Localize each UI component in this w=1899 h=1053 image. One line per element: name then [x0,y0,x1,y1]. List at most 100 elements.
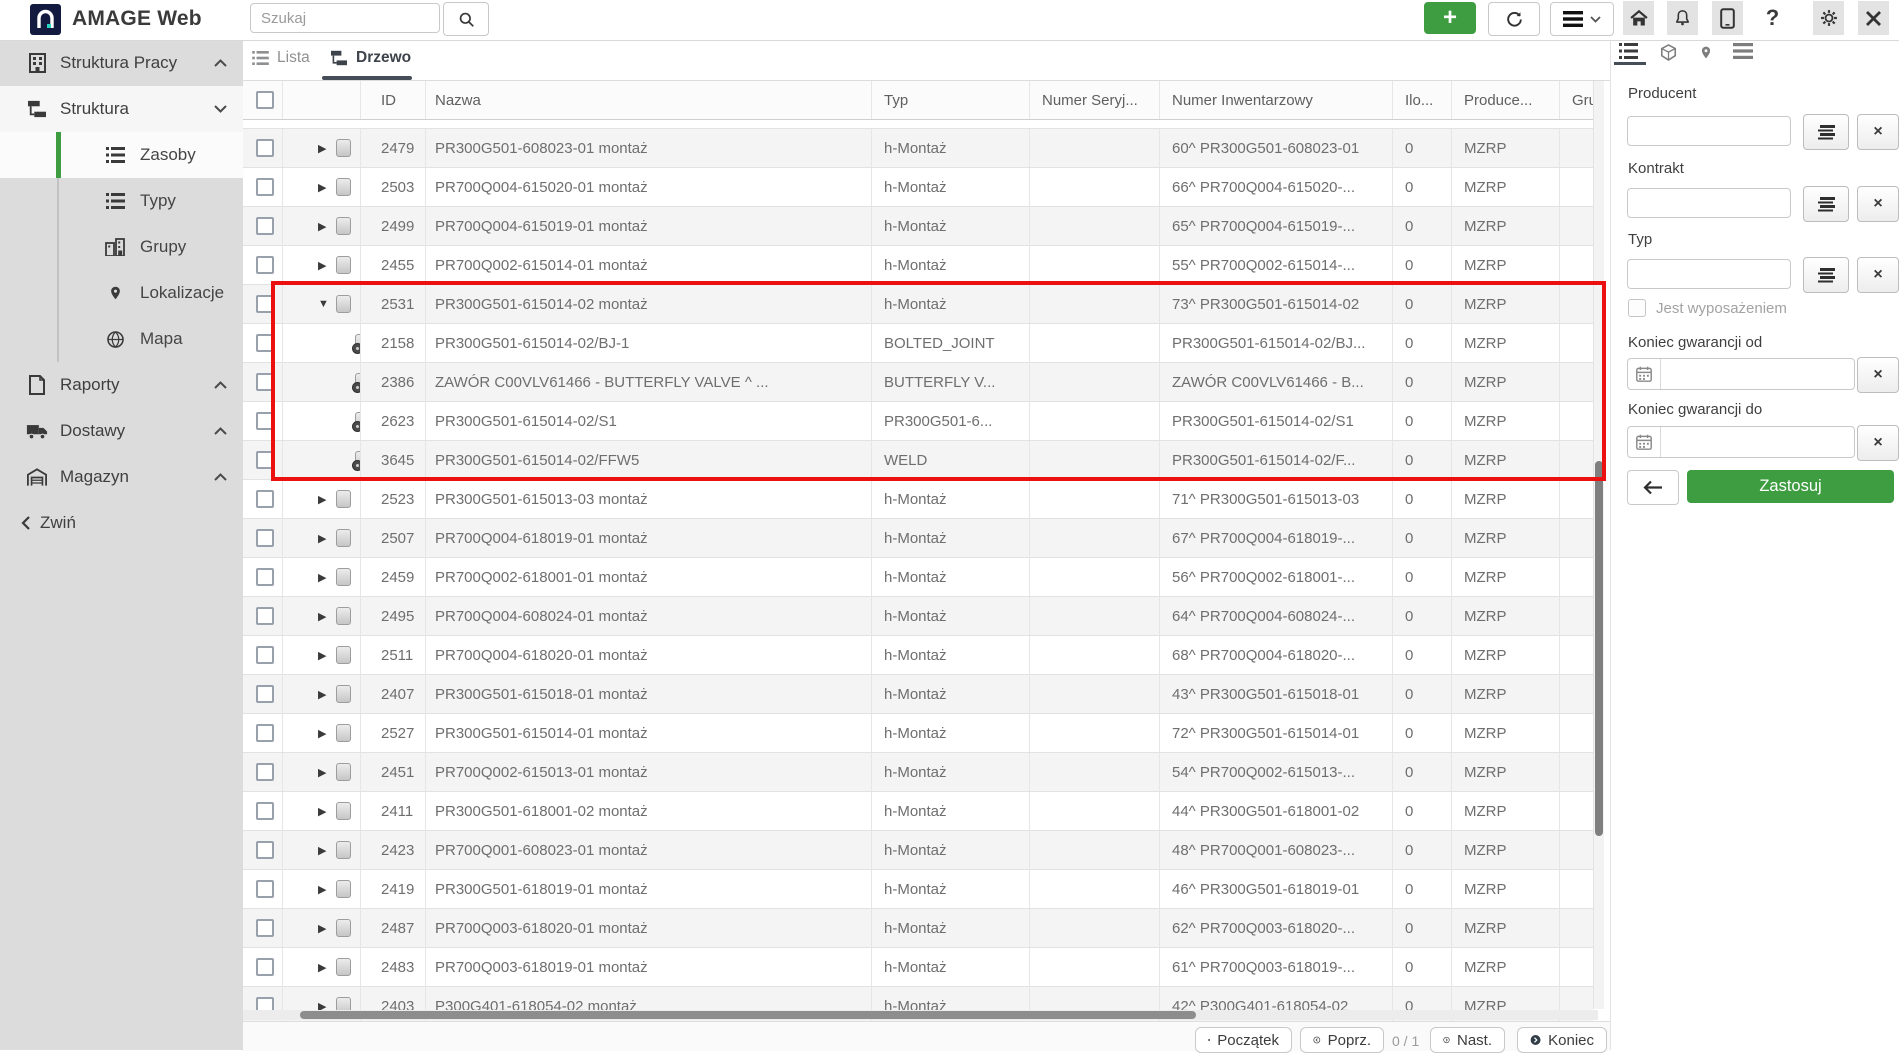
expand-caret-icon[interactable]: ▶ [318,220,330,233]
row-checkbox[interactable] [256,958,274,976]
row-checkbox[interactable] [256,568,274,586]
sidebar-item-struktura[interactable]: Struktura [0,86,243,132]
table-row[interactable]: ▶2495PR700Q004-608024-01 montażh-Montaż6… [243,597,1593,636]
sidebar-item-raporty[interactable]: Raporty [0,362,243,408]
table-row[interactable]: ▶2527PR300G501-615014-01 montażh-Montaż7… [243,714,1593,753]
pagination-first-button[interactable]: Początek [1195,1027,1292,1053]
warranty-from-clear-button[interactable]: × [1857,357,1899,393]
expand-caret-icon[interactable]: ▶ [318,766,330,779]
row-checkbox[interactable] [256,451,274,469]
horizontal-scrollbar-thumb[interactable] [300,1011,1196,1019]
pagination-prev-button[interactable]: Poprz. [1300,1027,1384,1053]
close-button[interactable] [1858,1,1889,35]
notifications-button[interactable] [1667,1,1698,35]
row-checkbox[interactable] [256,880,274,898]
tab-lista[interactable]: Lista [252,49,310,67]
row-checkbox[interactable] [256,919,274,937]
expand-caret-icon[interactable]: ▶ [318,181,330,194]
search-button[interactable] [443,2,489,36]
tab-drzewo[interactable]: Drzewo [330,49,411,67]
expand-caret-icon[interactable]: ▶ [318,844,330,857]
column-header-grupa[interactable]: Gru [1560,81,1593,119]
expand-caret-icon[interactable]: ▶ [318,532,330,545]
help-button[interactable]: ? [1757,1,1788,35]
main-menu-button[interactable] [1550,2,1614,36]
column-header-numer-inwentarzowy[interactable]: Numer Inwentarzowy [1160,81,1393,119]
table-row[interactable]: 2158PR300G501-615014-02/BJ-1BOLTED_JOINT… [243,324,1593,363]
filters-back-button[interactable] [1627,470,1679,505]
sidebar-collapse-button[interactable]: Zwiń [0,500,243,546]
row-checkbox[interactable] [256,685,274,703]
row-checkbox[interactable] [256,139,274,157]
row-checkbox[interactable] [256,646,274,664]
table-row[interactable]: ▶2503PR700Q004-615020-01 montażh-Montaż6… [243,168,1593,207]
panel-tab-table[interactable] [1733,43,1753,59]
row-checkbox[interactable] [256,295,274,313]
sidebar-item-grupy[interactable]: Grupy [0,224,243,270]
table-row[interactable]: ▶2499PR700Q004-615019-01 montażh-Montaż6… [243,207,1593,246]
column-header-typ[interactable]: Typ [872,81,1030,119]
kontrakt-input[interactable] [1627,188,1791,218]
table-row[interactable]: ▶2483PR700Q003-618019-01 montażh-Montaż6… [243,948,1593,987]
row-checkbox[interactable] [256,373,274,391]
row-checkbox[interactable] [256,763,274,781]
sidebar-item-typy[interactable]: Typy [0,178,243,224]
table-row[interactable]: ▶2459PR700Q002-618001-01 montażh-Montaż5… [243,558,1593,597]
expand-caret-icon[interactable]: ▶ [318,883,330,896]
warranty-to-input[interactable] [1627,426,1855,458]
row-checkbox[interactable] [256,802,274,820]
table-row[interactable]: ▶2419PR300G501-618019-01 montażh-Montaż4… [243,870,1593,909]
row-checkbox[interactable] [256,529,274,547]
row-checkbox[interactable] [256,334,274,352]
typ-clear-button[interactable]: × [1857,257,1899,293]
table-row[interactable]: ▶2451PR700Q002-615013-01 montażh-Montaż5… [243,753,1593,792]
table-row[interactable]: ▶2423PR700Q001-608023-01 montażh-Montaż4… [243,831,1593,870]
panel-tab-location[interactable] [1699,43,1713,62]
home-button[interactable] [1623,1,1654,35]
table-row[interactable]: ▶2455PR700Q002-615014-01 montażh-Montaż5… [243,246,1593,285]
pagination-last-button[interactable]: Koniec [1517,1027,1607,1053]
table-row[interactable]: 2623PR300G501-615014-02/S1PR300G501-6...… [243,402,1593,441]
expand-caret-icon[interactable]: ▶ [318,922,330,935]
sidebar-item-lokalizacje[interactable]: Lokalizacje [0,270,243,316]
apply-filters-button[interactable]: Zastosuj [1687,470,1894,503]
warranty-to-clear-button[interactable]: × [1857,425,1899,461]
expand-caret-icon[interactable]: ▶ [318,649,330,662]
panel-tab-package[interactable] [1659,43,1678,62]
equipment-checkbox[interactable] [1628,299,1646,317]
settings-button[interactable] [1813,1,1844,35]
collapse-caret-icon[interactable]: ▼ [318,298,330,310]
column-header-producent[interactable]: Produce... [1452,81,1560,119]
typ-picker-button[interactable] [1803,257,1849,293]
panel-tab-list[interactable] [1619,43,1638,59]
row-checkbox[interactable] [256,841,274,859]
table-row[interactable]: ▶2487PR700Q003-618020-01 montażh-Montaż6… [243,909,1593,948]
table-row[interactable]: 3645PR300G501-615014-02/FFW5WELDPR300G50… [243,441,1593,480]
column-header-id[interactable]: ID [361,81,426,119]
table-row[interactable]: ▶2507PR700Q004-618019-01 montażh-Montaż6… [243,519,1593,558]
refresh-button[interactable] [1488,2,1540,36]
producent-picker-button[interactable] [1803,114,1849,150]
row-checkbox[interactable] [256,490,274,508]
column-header-nazwa[interactable]: Nazwa [426,81,872,119]
table-row[interactable]: ▶2411PR300G501-618001-02 montażh-Montaż4… [243,792,1593,831]
table-row[interactable]: ▶2479PR300G501-608023-01 montażh-Montaż6… [243,129,1593,168]
kontrakt-picker-button[interactable] [1803,186,1849,222]
row-checkbox[interactable] [256,178,274,196]
row-checkbox[interactable] [256,607,274,625]
add-button[interactable]: + [1424,2,1476,34]
table-row[interactable]: ▶2523PR300G501-615013-03 montażh-Montaż7… [243,480,1593,519]
select-all-checkbox[interactable] [256,91,274,109]
expand-caret-icon[interactable]: ▶ [318,493,330,506]
sidebar-item-dostawy[interactable]: Dostawy [0,408,243,454]
row-checkbox[interactable] [256,412,274,430]
row-checkbox[interactable] [256,217,274,235]
sidebar-item-zasoby[interactable]: Zasoby [0,132,243,178]
column-header-ilosc[interactable]: Ilo... [1393,81,1452,119]
expand-caret-icon[interactable]: ▶ [318,142,330,155]
producent-clear-button[interactable]: × [1857,114,1899,150]
expand-caret-icon[interactable]: ▶ [318,727,330,740]
pagination-next-button[interactable]: Nast. [1430,1027,1505,1053]
producent-input[interactable] [1627,116,1791,146]
kontrakt-clear-button[interactable]: × [1857,186,1899,222]
